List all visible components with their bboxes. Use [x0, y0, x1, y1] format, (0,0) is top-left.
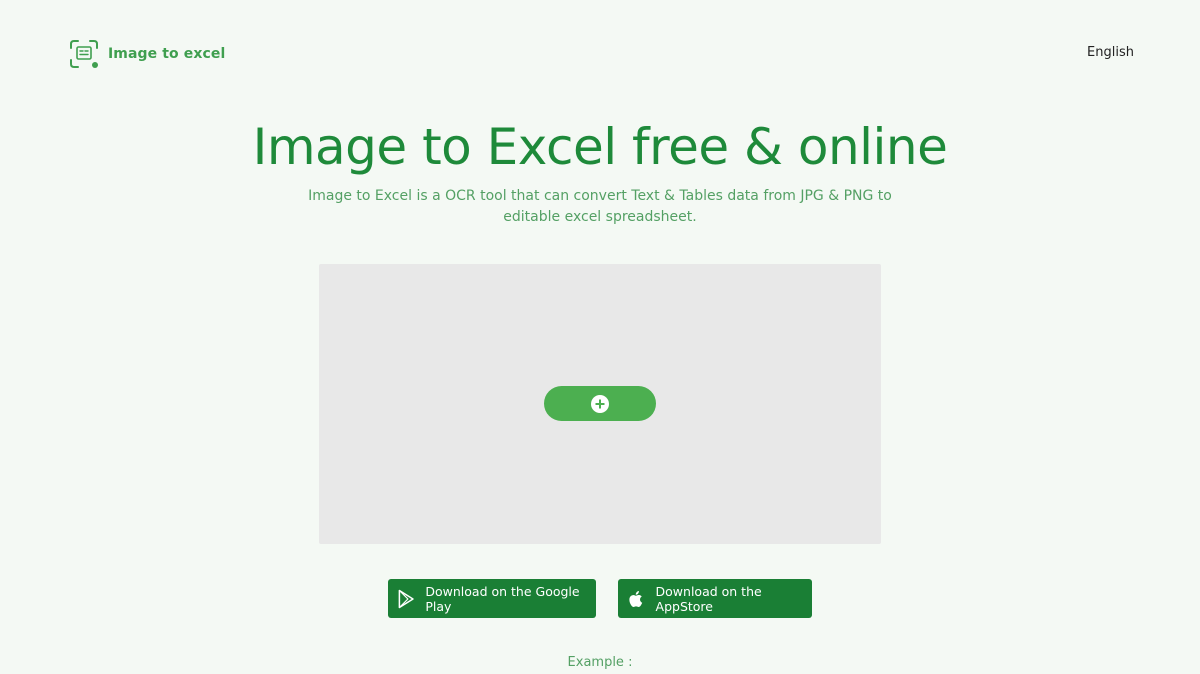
scan-document-icon	[70, 40, 98, 68]
logo-link[interactable]: Image to excel	[69, 39, 225, 69]
apple-icon	[629, 590, 643, 607]
site-header: Image to excel English	[0, 0, 1200, 100]
example-heading: Example :	[567, 655, 633, 670]
page-title: Image to Excel free & online	[252, 118, 948, 176]
google-play-icon	[398, 589, 414, 608]
language-selector[interactable]: English	[1087, 45, 1134, 60]
logo-text: Image to excel	[108, 46, 226, 62]
google-play-button[interactable]: Download on the Google Play	[388, 579, 596, 618]
page-subtitle: Image to Excel is a OCR tool that can co…	[308, 188, 892, 225]
appstore-label: Download on the AppStore	[655, 583, 762, 614]
plus-circle-icon	[591, 394, 609, 413]
google-play-label: Download on the Google Play	[425, 583, 580, 614]
upload-dropzone[interactable]	[319, 264, 881, 544]
add-image-button[interactable]	[544, 386, 656, 421]
appstore-button[interactable]: Download on the AppStore	[618, 579, 812, 618]
